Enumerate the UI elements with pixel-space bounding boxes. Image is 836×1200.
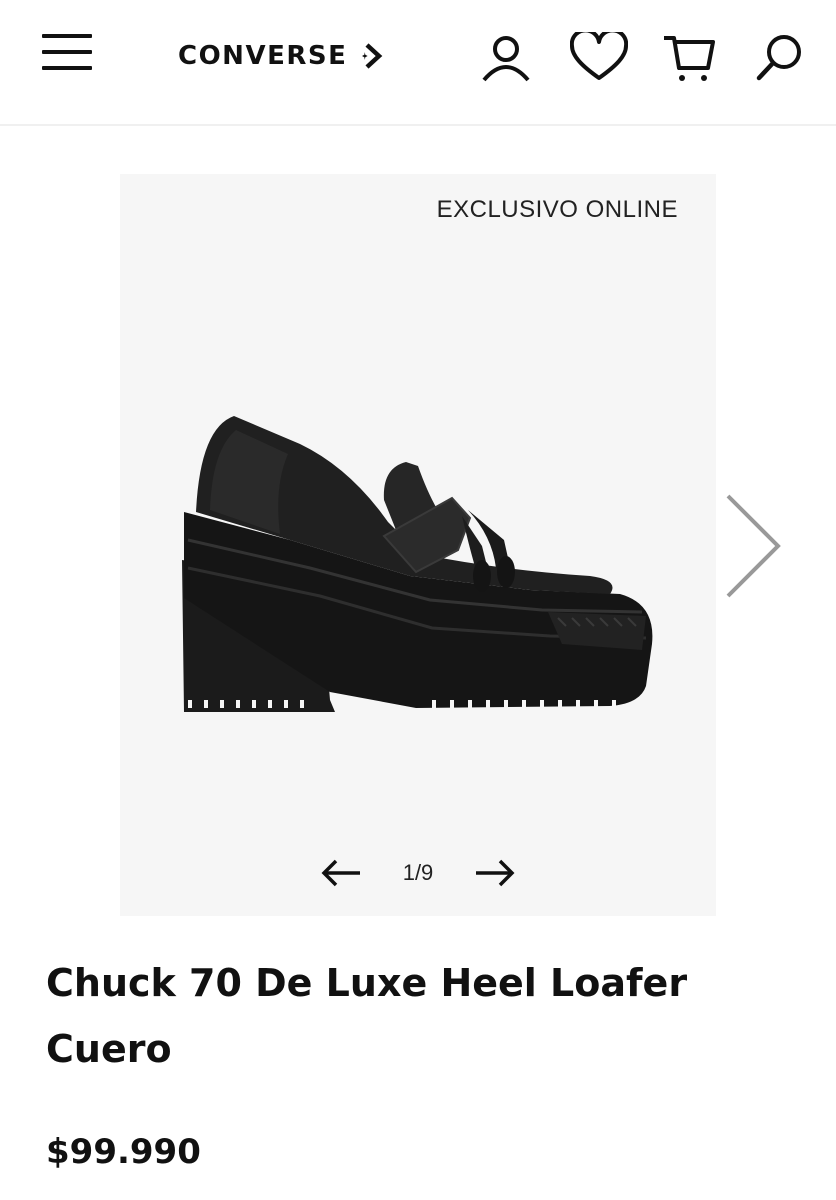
- cart-icon[interactable]: [662, 34, 718, 84]
- site-header: CONVERSE: [0, 0, 836, 126]
- brand-logo[interactable]: CONVERSE: [178, 38, 383, 74]
- account-icon[interactable]: [480, 34, 532, 82]
- image-counter: 1/9: [402, 860, 434, 885]
- product-title-line-2: Cuero: [46, 1027, 172, 1071]
- next-image-arrow-icon[interactable]: [474, 858, 516, 888]
- product-title: Chuck 70 De Luxe Heel Loafer Cuero: [46, 950, 786, 1082]
- previous-image-arrow-icon[interactable]: [320, 858, 362, 888]
- star-chevron-icon: [362, 43, 383, 69]
- brand-logo-text: CONVERSE: [178, 41, 348, 71]
- wishlist-heart-icon[interactable]: [570, 32, 628, 82]
- image-pager: 1/9: [120, 848, 716, 898]
- product-image-heel-loafer: [182, 416, 653, 712]
- menu-icon[interactable]: [42, 32, 94, 72]
- product-title-line-1: Chuck 70 De Luxe Heel Loafer: [46, 961, 688, 1005]
- carousel-next-chevron-icon[interactable]: [722, 490, 786, 604]
- product-image-gallery[interactable]: EXCLUSIVO ONLINE 1/9: [120, 174, 716, 916]
- search-icon[interactable]: [754, 32, 806, 82]
- product-price: $99.990: [46, 1132, 201, 1172]
- online-exclusive-badge: EXCLUSIVO ONLINE: [436, 196, 678, 223]
